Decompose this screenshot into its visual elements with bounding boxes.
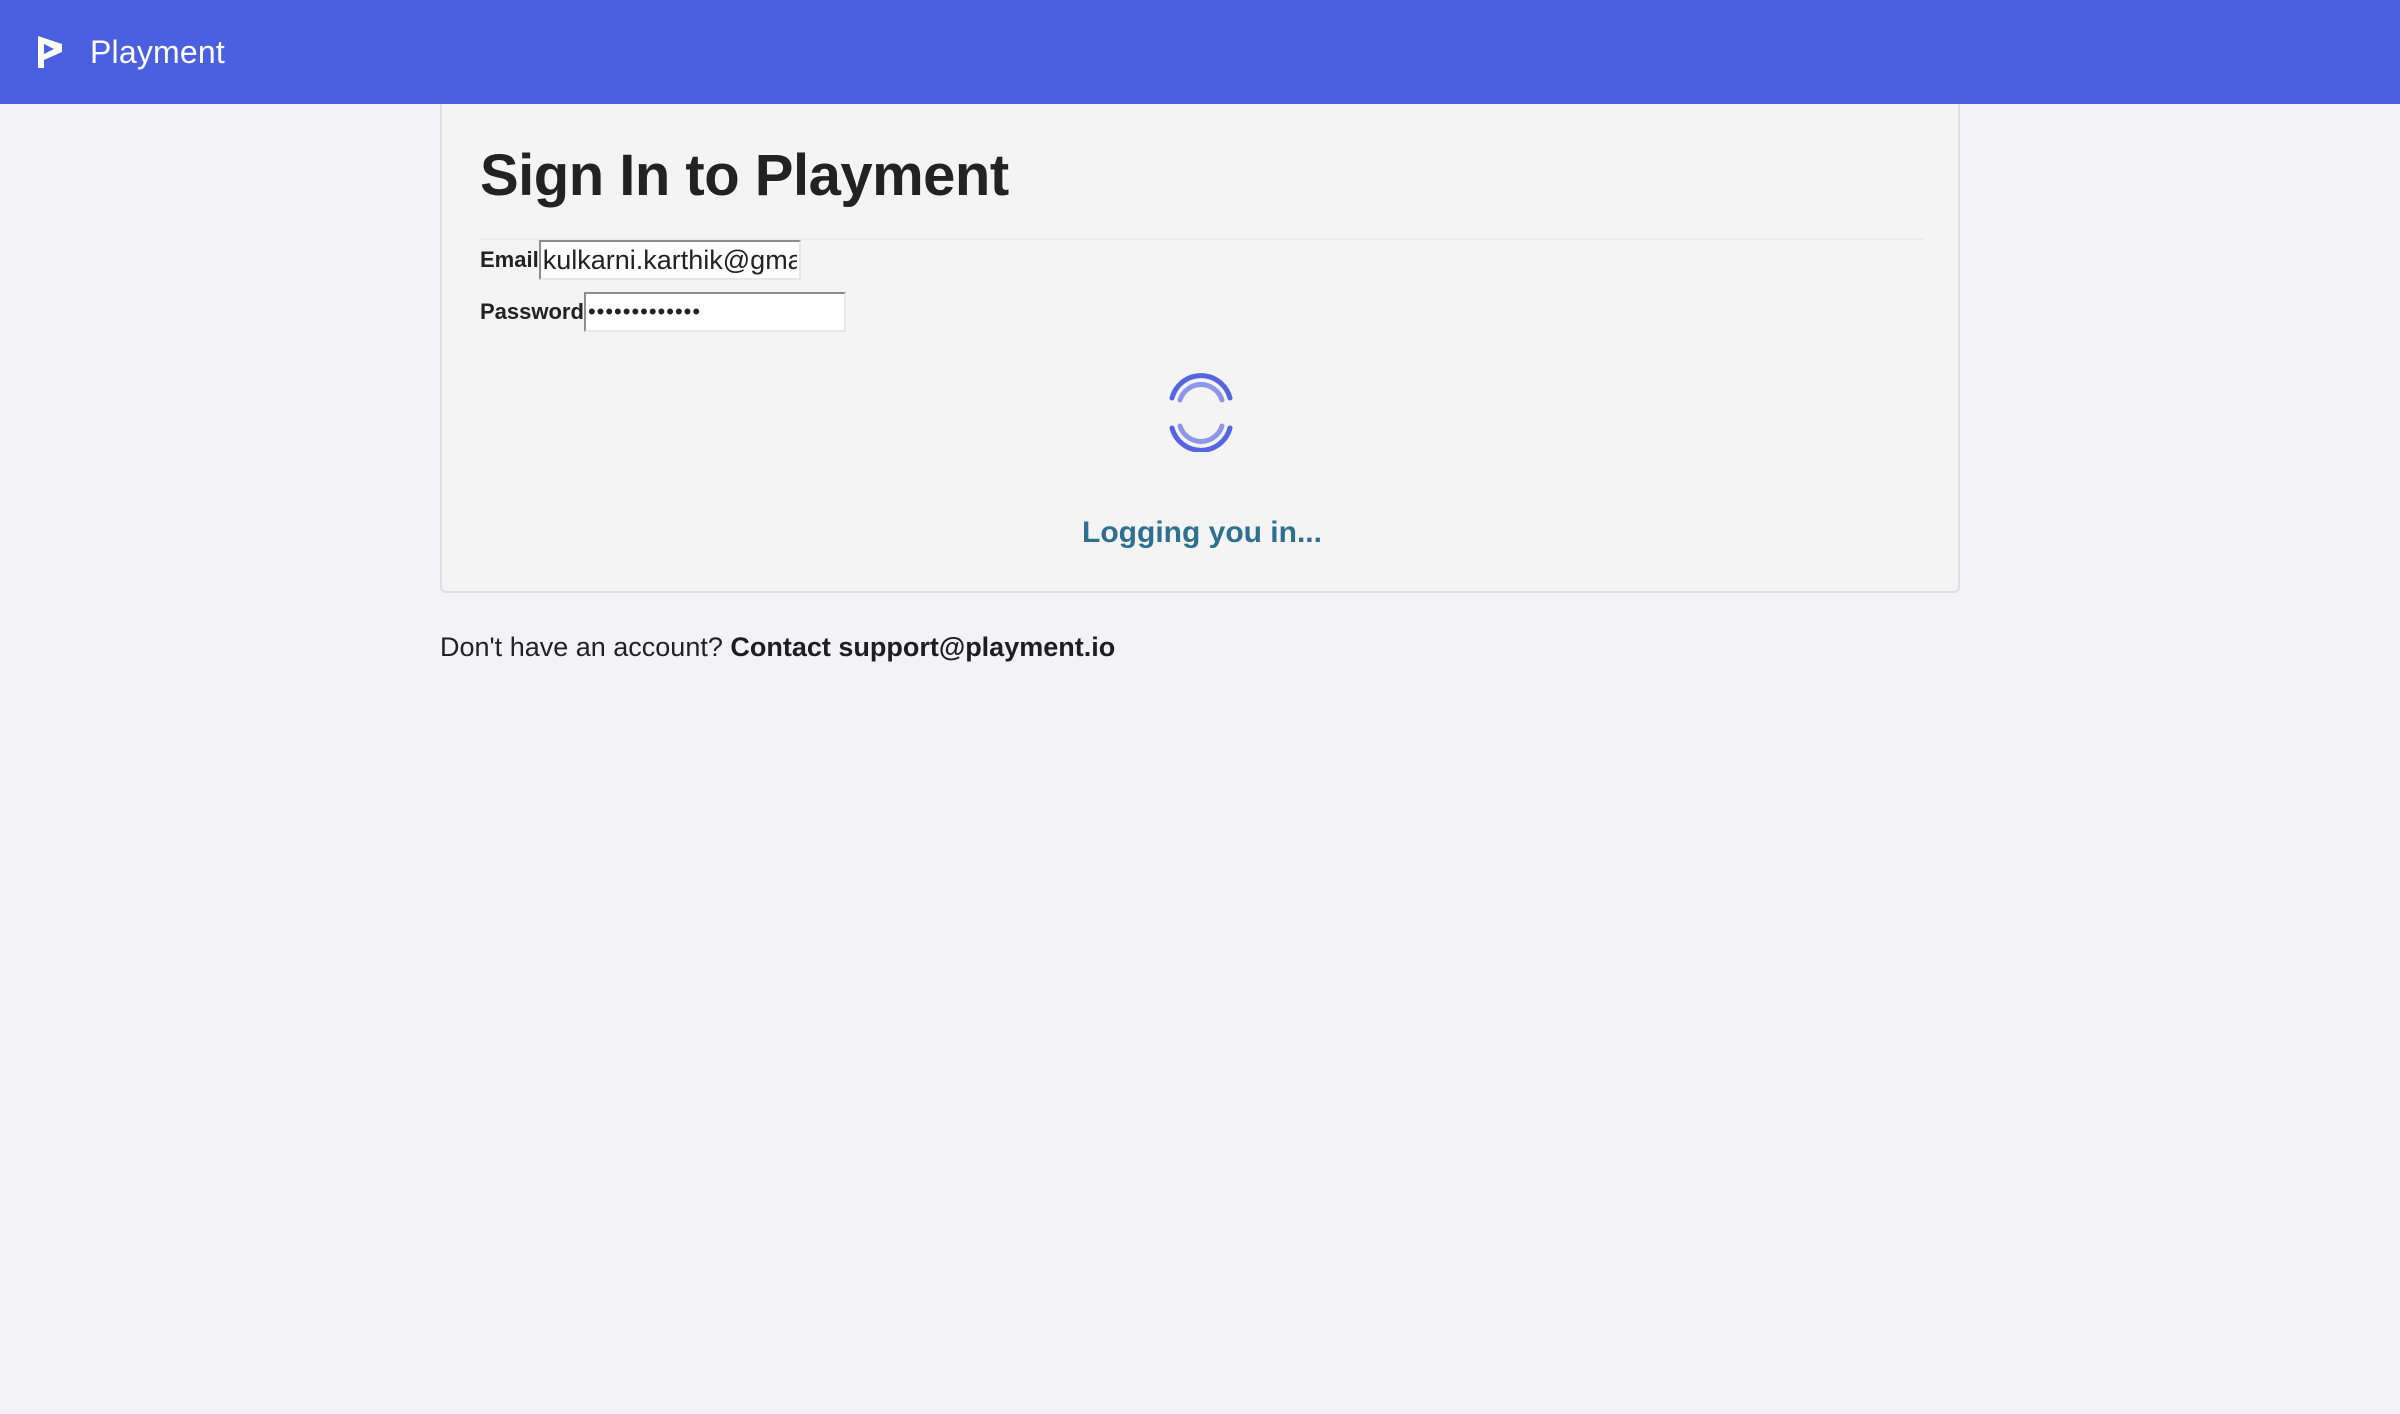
- page-title: Sign In to Playment: [480, 143, 1009, 208]
- contact-support-link[interactable]: Contact support@playment.io: [730, 632, 1115, 662]
- top-navigation-bar: Playment: [0, 0, 2400, 104]
- signup-note: Don't have an account? Contact support@p…: [440, 632, 1115, 663]
- email-label: Email: [480, 247, 539, 272]
- password-label: Password: [480, 299, 584, 324]
- password-row: Password: [480, 292, 846, 332]
- brand[interactable]: Playment: [32, 30, 225, 74]
- email-field[interactable]: [538, 240, 801, 280]
- brand-name: Playment: [90, 33, 225, 70]
- loading-spinner-icon: [1169, 373, 1233, 452]
- email-row: Email: [480, 240, 801, 280]
- signup-prompt: Don't have an account?: [440, 632, 723, 662]
- password-field[interactable]: [583, 292, 846, 332]
- loading-status-text: Logging you in...: [1082, 516, 1322, 549]
- sign-in-card: Sign In to Playment Email Password Loggi…: [440, 104, 1960, 593]
- playment-logo-icon: [38, 36, 62, 68]
